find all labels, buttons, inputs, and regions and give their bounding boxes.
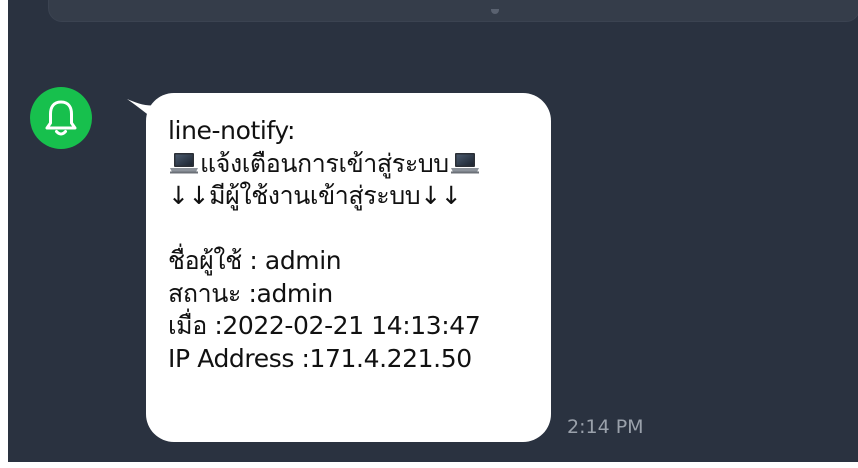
- message-title-text: แจ้งเตือนการเข้าสู่ระบบ: [200, 148, 449, 178]
- message-bubble[interactable]: line-notify: แจ้งเตือนการเข้าสู่ระบบ ↓↓ม…: [146, 93, 551, 442]
- sender-avatar[interactable]: [30, 87, 92, 149]
- laptop-icon: [169, 151, 199, 175]
- sender-name: line-notify:: [168, 116, 295, 145]
- message-subtitle: ↓↓มีผู้ใช้งานเข้าสู่ระบบ↓↓: [168, 181, 462, 210]
- ip-address-line: IP Address :171.4.221.50: [168, 343, 472, 373]
- text-fragment: [491, 9, 499, 14]
- bell-icon: [45, 100, 77, 136]
- status-line: สถานะ :admin: [168, 278, 333, 308]
- username-line: ชื่อผู้ใช้ : admin: [168, 246, 342, 275]
- time-line: เมื่อ :2022-02-21 14:13:47: [168, 311, 481, 340]
- previous-message-fragment: [48, 0, 858, 22]
- message-title: แจ้งเตือนการเข้าสู่ระบบ: [168, 148, 551, 181]
- message-timestamp: 2:14 PM: [567, 416, 644, 438]
- laptop-icon: [450, 151, 480, 175]
- chat-area: line-notify: แจ้งเตือนการเข้าสู่ระบบ ↓↓ม…: [8, 0, 858, 462]
